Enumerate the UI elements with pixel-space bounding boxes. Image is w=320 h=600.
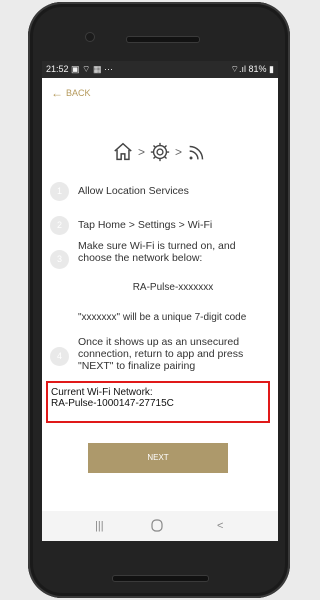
back-arrow-icon: ← bbox=[51, 86, 63, 100]
back-label: BACK bbox=[66, 88, 91, 98]
step-number-2: 2 bbox=[50, 216, 69, 235]
home-indicator bbox=[112, 575, 209, 582]
step-number-4: 4 bbox=[50, 347, 69, 366]
phone-screen: 21:52 ▣ ⌔ ▦ ··· ⌔.ıl 81% ▮ ← BACK > > 1 … bbox=[42, 61, 278, 541]
step-text-4: Once it shows up as an unsecured connect… bbox=[78, 336, 244, 372]
step-number-3: 3 bbox=[50, 250, 69, 269]
signal-icon: ⌔.ıl bbox=[230, 64, 246, 74]
current-network-value: RA-Pulse-1000147-27715C bbox=[51, 398, 174, 409]
current-network-box: Current Wi-Fi Network: RA-Pulse-1000147-… bbox=[46, 381, 270, 423]
step-text-2: Tap Home > Settings > Wi-Fi bbox=[78, 219, 213, 231]
notification-icons: ▣ ⌔ ▦ ··· bbox=[71, 64, 114, 74]
status-time: 21:52 bbox=[46, 64, 69, 74]
battery-percent: 81% bbox=[248, 64, 267, 74]
android-nav-bar: ||| < bbox=[42, 511, 278, 541]
camera-icon bbox=[85, 32, 95, 42]
step-number-1: 1 bbox=[50, 182, 69, 201]
step-text-3: Make sure Wi-Fi is turned on, and choose… bbox=[78, 240, 236, 264]
home-nav-icon[interactable] bbox=[151, 519, 163, 535]
status-right: ⌔.ıl 81% ▮ bbox=[231, 61, 274, 78]
step-text-1: Allow Location Services bbox=[78, 185, 189, 197]
breadcrumb-separator: > bbox=[137, 145, 145, 159]
wifi-icon bbox=[189, 145, 204, 160]
home-icon bbox=[114, 142, 132, 161]
status-left: 21:52 ▣ ⌔ ▦ ··· bbox=[46, 61, 113, 78]
phone-frame: 21:52 ▣ ⌔ ▦ ··· ⌔.ıl 81% ▮ ← BACK > > 1 … bbox=[28, 2, 290, 598]
breadcrumb-separator: > bbox=[175, 145, 183, 159]
status-bar: 21:52 ▣ ⌔ ▦ ··· ⌔.ıl 81% ▮ bbox=[42, 61, 278, 78]
code-note: "xxxxxxx" will be a unique 7-digit code bbox=[78, 312, 247, 323]
network-name-example: RA-Pulse-xxxxxxx bbox=[132, 282, 214, 293]
battery-icon: ▮ bbox=[269, 64, 274, 74]
next-button[interactable]: NEXT bbox=[88, 443, 228, 473]
breadcrumb: > > bbox=[42, 135, 278, 169]
gear-icon bbox=[150, 142, 170, 162]
current-network-label: Current Wi-Fi Network: bbox=[51, 387, 153, 398]
back-nav-icon[interactable]: < bbox=[217, 520, 223, 532]
recent-apps-icon[interactable]: ||| bbox=[95, 520, 104, 532]
back-button[interactable]: ← BACK bbox=[51, 86, 91, 100]
speaker-grille bbox=[126, 36, 200, 43]
